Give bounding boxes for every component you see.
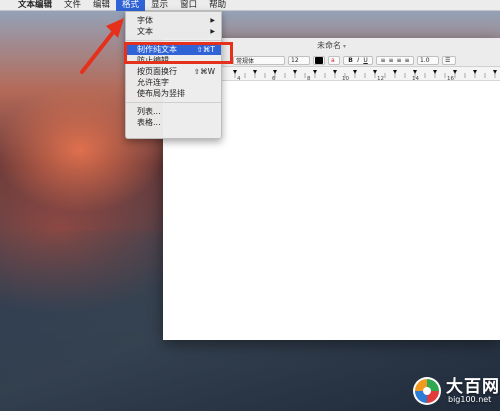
list-icon: ☰ [445,56,451,64]
menu-bar: 文本编辑 文件 编辑 格式 显示 窗口 帮助 [0,0,500,11]
menu-item-wrap-to-page-label: 按页面换行 [137,67,177,76]
menu-item-list[interactable]: 列表... [126,106,221,117]
menu-app-name[interactable]: 文本编辑 [12,0,58,11]
tab-stop-marker[interactable] [373,70,377,74]
watermark-logo-icon [413,377,441,405]
italic-button[interactable]: I [357,57,359,64]
menu-view[interactable]: 显示 [145,0,174,11]
text-color-button[interactable] [313,55,325,65]
menu-item-text[interactable]: 文本 ▶ [126,26,221,37]
submenu-arrow-icon: ▶ [210,28,215,35]
menu-separator [126,102,221,103]
line-spacing-select[interactable]: 1.0 [417,55,439,65]
font-style-value: 常规体 [236,57,255,65]
tab-stop-marker[interactable] [473,70,477,74]
align-right-icon[interactable]: ≡ [396,57,401,64]
tab-stop-marker[interactable] [393,70,397,74]
line-spacing-value: 1.0 [420,56,430,64]
align-left-icon[interactable]: ≡ [380,57,385,64]
tab-stop-marker[interactable] [253,70,257,74]
menu-item-vertical-layout[interactable]: 使布局为竖排 [126,88,221,99]
tab-stop-marker[interactable] [233,70,237,74]
underline-button[interactable]: U [363,57,367,64]
highlight-color-button[interactable]: a [328,55,340,65]
menu-help[interactable]: 帮助 [203,0,232,11]
text-color-swatch [315,56,323,64]
align-center-icon[interactable]: ≡ [388,57,393,64]
menu-item-allow-hyphenation[interactable]: 允许连字 [126,77,221,88]
watermark-title: 大百网 [446,377,500,397]
watermark-url: big100.net [448,395,492,404]
annotation-highlight-box [124,42,233,64]
bold-button[interactable]: B [348,57,353,64]
menu-item-wrap-to-page[interactable]: 按页面换行 ⇧⌘W [126,66,221,77]
tab-stop-marker[interactable] [293,70,297,74]
menu-item-table[interactable]: 表格... [126,117,221,128]
tab-stop-marker[interactable] [333,70,337,74]
tab-stop-marker[interactable] [453,70,457,74]
menu-item-vertical-layout-label: 使布局为竖排 [137,89,185,98]
menu-shortcut: ⇧⌘W [193,67,215,76]
tab-stop-marker[interactable] [273,70,277,74]
watermark: 大百网 big100.net [412,368,500,411]
alignment-buttons: ≡ ≡ ≡ ≡ [376,55,414,65]
menu-file[interactable]: 文件 [58,0,87,11]
list-style-button[interactable]: ☰ [442,55,456,65]
font-style-select[interactable]: 常规体 [233,55,285,65]
tab-stop-marker[interactable] [353,70,357,74]
menu-item-font[interactable]: 字体 ▶ [126,15,221,26]
menu-window[interactable]: 窗口 [174,0,203,11]
tab-stop-marker[interactable] [493,70,497,74]
text-style-buttons: B I U [343,55,373,65]
menu-item-table-label: 表格... [137,118,161,127]
tab-stop-marker[interactable] [313,70,317,74]
menu-item-text-label: 文本 [137,27,153,36]
submenu-arrow-icon: ▶ [210,17,215,24]
menu-format[interactable]: 格式 [116,0,146,11]
highlight-color-icon: a [331,56,335,64]
menu-item-allow-hyphenation-label: 允许连字 [137,78,169,87]
annotation-arrow-icon [80,18,124,74]
menu-item-list-label: 列表... [137,107,161,116]
tab-stop-marker[interactable] [433,70,437,74]
apple-menu-icon[interactable] [0,0,12,11]
title-chevron-icon[interactable]: ▾ [343,43,346,50]
font-size-value: 12 [291,56,299,64]
menu-edit[interactable]: 编辑 [87,0,116,11]
menu-item-font-label: 字体 [137,16,153,25]
font-size-select[interactable]: 12 [288,55,310,65]
align-justify-icon[interactable]: ≡ [404,57,409,64]
format-dropdown-menu: 字体 ▶ 文本 ▶ 制作纯文本 ⇧⌘T 防止编辑 按页面换行 ⇧⌘W 允许连字 … [125,11,222,139]
menu-separator [126,40,221,41]
window-title: 未命名 [316,41,341,50]
tab-stop-marker[interactable] [413,70,417,74]
